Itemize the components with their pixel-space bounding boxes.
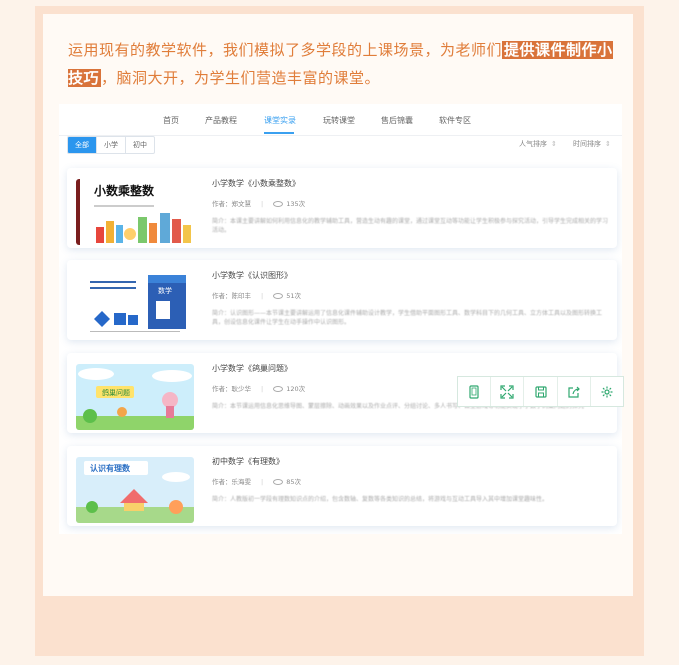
- course-meta: 作者：郑文慧 | 135次: [212, 200, 306, 208]
- sort-arrows-icon: ⇕: [551, 140, 557, 148]
- intro-text-after: ，脑洞大开，为学生们营造丰富的课堂。: [101, 69, 381, 87]
- thumb-title: 数学: [158, 286, 172, 295]
- author-label: 作者: [212, 200, 225, 208]
- nav-item-software[interactable]: 软件专区: [439, 115, 471, 126]
- course-meta: 作者：乐海雯 | 85次: [212, 478, 301, 486]
- intro-text-before: 运用现有的教学软件，我们模拟了多学段的上课场景，为老师们: [68, 41, 503, 59]
- author-label: 作者: [212, 385, 225, 393]
- author-name: 郑文慧: [231, 200, 252, 208]
- course-meta: 作者：陈印丰 | 51次: [212, 292, 301, 300]
- sort-time[interactable]: 时间排序 ⇕: [573, 139, 611, 149]
- course-description: 简介：本课主要讲解如何利用信息化的教学辅助工具，营造生动有趣的课堂，通过课堂互动…: [212, 218, 609, 234]
- course-title[interactable]: 初中数学《有理数》: [212, 456, 284, 467]
- eye-icon: [273, 479, 284, 485]
- tablet-button[interactable]: [458, 377, 492, 406]
- view-count: 51次: [286, 292, 301, 300]
- sort-arrows-icon: ⇕: [605, 140, 611, 148]
- nav-item-play[interactable]: 玩转课堂: [323, 115, 355, 126]
- view-count: 120次: [286, 385, 306, 393]
- filter-all[interactable]: 全部: [68, 137, 97, 153]
- settings-button[interactable]: [591, 377, 623, 406]
- sort-popularity-label: 人气排序: [519, 140, 547, 148]
- author-name: 乐海雯: [231, 478, 252, 486]
- course-meta: 作者：耿少华 | 120次: [212, 385, 306, 393]
- course-description: 简介：人教版初一学段有理数知识点的介绍，包含数轴、复数等各类知识的总结，将游戏与…: [212, 496, 549, 503]
- floating-toolbar: [457, 376, 624, 407]
- course-thumbnail: 鸽巢问题: [76, 364, 194, 430]
- top-nav: 首页 产品教程 课堂实录 玩转课堂 售后锦囊 软件专区: [59, 104, 622, 136]
- thumb-title: 认识有理数: [90, 463, 131, 473]
- settings-icon: [601, 386, 613, 397]
- nav-item-home[interactable]: 首页: [163, 115, 179, 126]
- author-name: 陈印丰: [231, 292, 252, 300]
- thumb-title: 鸽巢问题: [102, 388, 130, 397]
- fullscreen-icon: [500, 384, 514, 399]
- course-thumbnail: 小数乘整数: [76, 179, 194, 245]
- nav-item-classroom[interactable]: 课堂实录: [264, 115, 296, 126]
- eye-icon: [273, 386, 284, 392]
- fullscreen-button[interactable]: [491, 377, 525, 406]
- sort-popularity[interactable]: 人气排序 ⇕: [519, 139, 557, 149]
- nav-item-tutorials[interactable]: 产品教程: [205, 115, 237, 126]
- nav-active-indicator: [264, 132, 294, 134]
- course-title[interactable]: 小学数学《认识图形》: [212, 270, 292, 281]
- course-description: 简介：认识图形——本节课主要讲解运用了信息化课件辅助设计教学，学生借助平面图形工…: [212, 310, 603, 326]
- share-icon: [568, 386, 580, 398]
- course-card[interactable]: 小数乘整数 小学数学《小数乘整数》 作者：郑文慧 | 135次 简介：本课主要讲解如…: [67, 168, 617, 248]
- save-button[interactable]: [524, 377, 558, 406]
- author-name: 耿少华: [231, 385, 252, 393]
- view-count: 85次: [286, 478, 301, 486]
- app-screenshot: 首页 产品教程 课堂实录 玩转课堂 售后锦囊 软件专区 全部 小学 初中 人气排…: [59, 104, 622, 534]
- nav-item-aftersales[interactable]: 售后锦囊: [381, 115, 413, 126]
- intro-paragraph: 运用现有的教学软件，我们模拟了多学段的上课场景，为老师们 提供课件制作小技巧 ，脑洞…: [68, 36, 613, 92]
- grade-filter: 全部 小学 初中: [67, 136, 155, 154]
- course-title[interactable]: 小学数学《鸽巢问题》: [212, 363, 292, 374]
- save-icon: [534, 385, 547, 398]
- filter-primary[interactable]: 小学: [97, 137, 126, 153]
- course-thumbnail: 认识有理数: [76, 457, 194, 523]
- course-card[interactable]: 认识有理数 初中数学《有理数》 作者：乐海雯 | 85次 简介：人教版初一学段有理数…: [67, 446, 617, 526]
- course-title[interactable]: 小学数学《小数乘整数》: [212, 178, 300, 189]
- author-label: 作者: [212, 292, 225, 300]
- sort-time-label: 时间排序: [573, 140, 601, 148]
- author-label: 作者: [212, 478, 225, 486]
- share-button[interactable]: [558, 377, 591, 406]
- course-thumbnail: 数学: [76, 271, 194, 337]
- course-card[interactable]: 数学 小学数学《认识图形》 作者：陈印丰 | 51次 简介：认识图形——本节课主要讲…: [67, 260, 617, 340]
- eye-icon: [273, 293, 284, 299]
- eye-icon: [273, 201, 284, 207]
- view-count: 135次: [286, 200, 306, 208]
- tablet-icon: [469, 384, 479, 399]
- thumb-title: 小数乘整数: [94, 183, 155, 198]
- filter-junior[interactable]: 初中: [126, 137, 154, 153]
